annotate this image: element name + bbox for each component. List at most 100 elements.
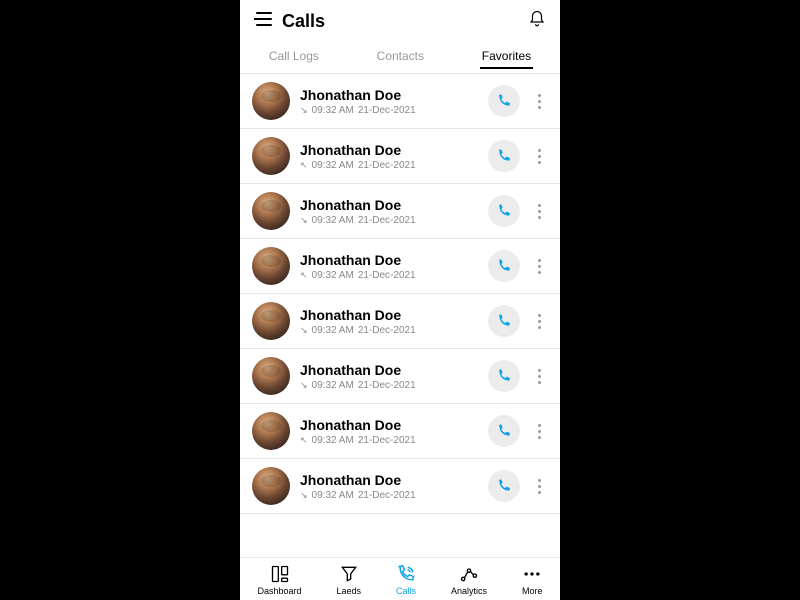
- call-time: 09:32 AM: [312, 270, 354, 281]
- more-options-icon[interactable]: [530, 94, 548, 109]
- call-info: Jhonathan Doe ↘ 09:32 AM 21-Dec-2021: [300, 472, 478, 501]
- call-button[interactable]: [488, 85, 520, 117]
- nav-label: Laeds: [336, 586, 361, 596]
- more-options-icon[interactable]: [530, 204, 548, 219]
- call-info: Jhonathan Doe ↘ 09:32 AM 21-Dec-2021: [300, 87, 478, 116]
- call-button[interactable]: [488, 415, 520, 447]
- nav-label: Dashboard: [257, 586, 301, 596]
- call-row[interactable]: Jhonathan Doe ↘ 09:32 AM 21-Dec-2021: [240, 349, 560, 404]
- caller-name: Jhonathan Doe: [300, 307, 478, 323]
- call-info: Jhonathan Doe ↘ 09:32 AM 21-Dec-2021: [300, 307, 478, 336]
- call-row[interactable]: Jhonathan Doe ↖ 09:32 AM 21-Dec-2021: [240, 129, 560, 184]
- avatar: [252, 137, 290, 175]
- page-title: Calls: [282, 11, 325, 32]
- nav-dashboard[interactable]: Dashboard: [257, 564, 301, 596]
- call-date: 21-Dec-2021: [358, 105, 416, 116]
- call-meta: ↘ 09:32 AM 21-Dec-2021: [300, 105, 478, 116]
- nav-label: Calls: [396, 586, 416, 596]
- call-date: 21-Dec-2021: [358, 435, 416, 446]
- call-button[interactable]: [488, 140, 520, 172]
- call-time: 09:32 AM: [312, 435, 354, 446]
- call-info: Jhonathan Doe ↖ 09:32 AM 21-Dec-2021: [300, 417, 478, 446]
- caller-name: Jhonathan Doe: [300, 417, 478, 433]
- incoming-icon: ↘: [300, 215, 308, 226]
- more-options-icon[interactable]: [530, 369, 548, 384]
- caller-name: Jhonathan Doe: [300, 362, 478, 378]
- incoming-icon: ↘: [300, 490, 308, 501]
- call-date: 21-Dec-2021: [358, 380, 416, 391]
- avatar: [252, 82, 290, 120]
- header-left: Calls: [254, 11, 325, 32]
- menu-icon[interactable]: [254, 11, 274, 32]
- more-options-icon[interactable]: [530, 259, 548, 274]
- more-options-icon[interactable]: [530, 314, 548, 329]
- call-button[interactable]: [488, 305, 520, 337]
- call-date: 21-Dec-2021: [358, 160, 416, 171]
- call-info: Jhonathan Doe ↘ 09:32 AM 21-Dec-2021: [300, 362, 478, 391]
- phone-frame: Calls Call Logs Contacts Favorites Jhona…: [240, 0, 560, 600]
- avatar: [252, 192, 290, 230]
- call-meta: ↘ 09:32 AM 21-Dec-2021: [300, 215, 478, 226]
- call-row[interactable]: Jhonathan Doe ↘ 09:32 AM 21-Dec-2021: [240, 294, 560, 349]
- call-button[interactable]: [488, 250, 520, 282]
- call-list: Jhonathan Doe↘09:32 AM21-Dec-2021Jhonath…: [240, 74, 560, 557]
- call-row[interactable]: Jhonathan Doe ↘ 09:32 AM 21-Dec-2021: [240, 184, 560, 239]
- call-date: 21-Dec-2021: [358, 325, 416, 336]
- nav-more[interactable]: More: [522, 564, 543, 596]
- call-time: 09:32 AM: [312, 105, 354, 116]
- call-time: 09:32 AM: [312, 215, 354, 226]
- caller-name: Jhonathan Doe: [300, 87, 478, 103]
- avatar: [252, 247, 290, 285]
- nav-label: More: [522, 586, 543, 596]
- call-time: 09:32 AM: [312, 380, 354, 391]
- incoming-icon: ↘: [300, 105, 308, 116]
- outgoing-icon: ↖: [300, 160, 308, 171]
- caller-name: Jhonathan Doe: [300, 472, 478, 488]
- nav-calls[interactable]: Calls: [396, 564, 416, 596]
- call-meta: ↘ 09:32 AM 21-Dec-2021: [300, 325, 478, 336]
- tab-contacts[interactable]: Contacts: [375, 45, 426, 69]
- call-row[interactable]: Jhonathan Doe ↘ 09:32 AM 21-Dec-2021: [240, 74, 560, 129]
- more-options-icon[interactable]: [530, 149, 548, 164]
- tab-call-logs[interactable]: Call Logs: [267, 45, 321, 69]
- avatar: [252, 412, 290, 450]
- tab-favorites[interactable]: Favorites: [480, 45, 533, 69]
- bottom-nav: Dashboard Laeds Calls Analytics More: [240, 557, 560, 600]
- call-date: 21-Dec-2021: [358, 270, 416, 281]
- nav-leads[interactable]: Laeds: [336, 564, 361, 596]
- call-button[interactable]: [488, 195, 520, 227]
- call-meta: ↘ 09:32 AM 21-Dec-2021: [300, 490, 478, 501]
- call-date: 21-Dec-2021: [358, 490, 416, 501]
- call-row[interactable]: Jhonathan Doe ↘ 09:32 AM 21-Dec-2021: [240, 459, 560, 514]
- call-meta: ↖ 09:32 AM 21-Dec-2021: [300, 160, 478, 171]
- caller-name: Jhonathan Doe: [300, 252, 478, 268]
- nav-analytics[interactable]: Analytics: [451, 564, 487, 596]
- call-date: 21-Dec-2021: [358, 215, 416, 226]
- call-button[interactable]: [488, 360, 520, 392]
- header: Calls: [240, 0, 560, 39]
- call-meta: ↖ 09:32 AM 21-Dec-2021: [300, 435, 478, 446]
- tabs: Call Logs Contacts Favorites: [240, 39, 560, 74]
- more-options-icon[interactable]: [530, 424, 548, 439]
- call-button[interactable]: [488, 470, 520, 502]
- call-info: Jhonathan Doe ↖ 09:32 AM 21-Dec-2021: [300, 142, 478, 171]
- call-info: Jhonathan Doe ↖ 09:32 AM 21-Dec-2021: [300, 252, 478, 281]
- call-time: 09:32 AM: [312, 490, 354, 501]
- nav-label: Analytics: [451, 586, 487, 596]
- incoming-icon: ↘: [300, 380, 308, 391]
- call-meta: ↖ 09:32 AM 21-Dec-2021: [300, 270, 478, 281]
- call-row[interactable]: Jhonathan Doe ↖ 09:32 AM 21-Dec-2021: [240, 404, 560, 459]
- avatar: [252, 467, 290, 505]
- more-options-icon[interactable]: [530, 479, 548, 494]
- outgoing-icon: ↖: [300, 270, 308, 281]
- caller-name: Jhonathan Doe: [300, 197, 478, 213]
- outgoing-icon: ↖: [300, 435, 308, 446]
- caller-name: Jhonathan Doe: [300, 142, 478, 158]
- call-info: Jhonathan Doe ↘ 09:32 AM 21-Dec-2021: [300, 197, 478, 226]
- call-time: 09:32 AM: [312, 160, 354, 171]
- call-row[interactable]: Jhonathan Doe ↖ 09:32 AM 21-Dec-2021: [240, 239, 560, 294]
- call-time: 09:32 AM: [312, 325, 354, 336]
- incoming-icon: ↘: [300, 325, 308, 336]
- call-meta: ↘ 09:32 AM 21-Dec-2021: [300, 380, 478, 391]
- bell-icon[interactable]: [528, 10, 546, 33]
